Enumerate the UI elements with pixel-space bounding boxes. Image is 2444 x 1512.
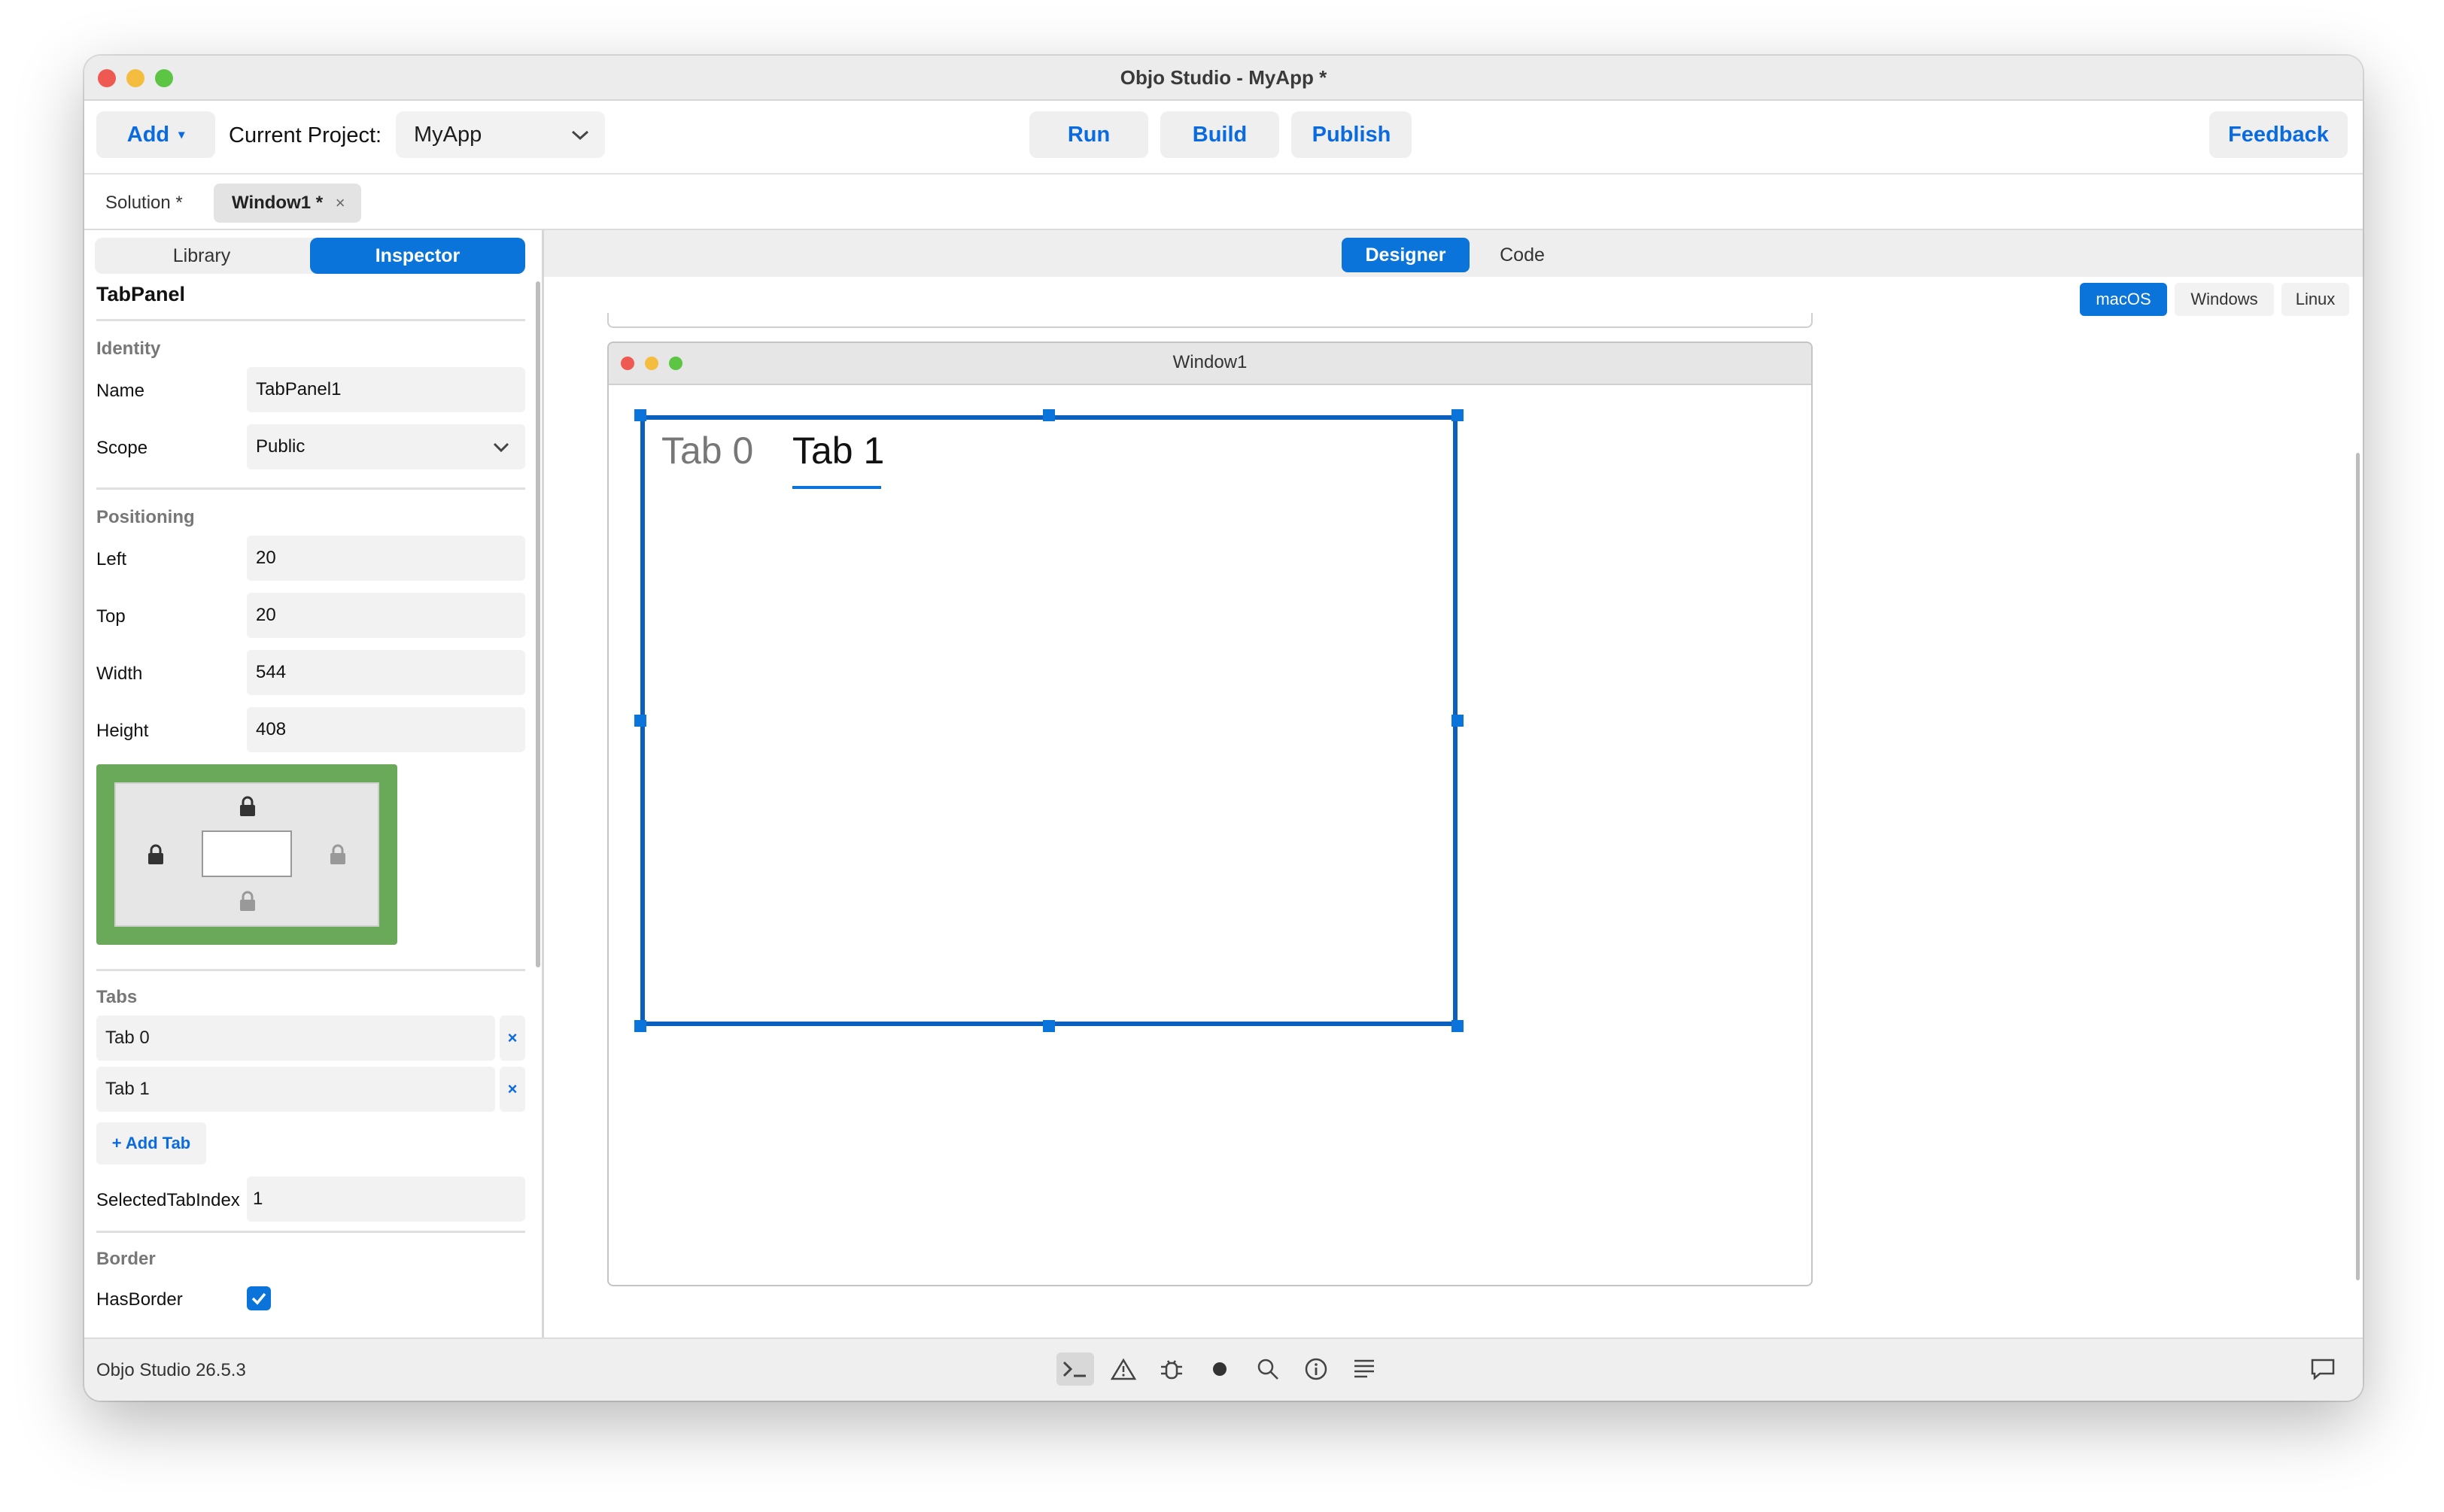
inspector-heading: TabPanel xyxy=(96,283,186,305)
resize-handle[interactable] xyxy=(1043,1020,1055,1032)
info-icon[interactable] xyxy=(1297,1353,1335,1386)
height-label: Height xyxy=(96,721,149,741)
tab-window1-label: Window1 * xyxy=(232,193,324,213)
close-icon[interactable]: × xyxy=(336,193,345,212)
scope-select[interactable]: Public xyxy=(247,424,525,469)
name-field[interactable]: TabPanel1 xyxy=(247,367,525,412)
section-tabs: Tabs xyxy=(96,987,138,1007)
tab-window1[interactable]: Window1 * × xyxy=(214,184,361,223)
section-border: Border xyxy=(96,1249,156,1269)
title-bar: Objo Studio - MyApp * xyxy=(84,56,2363,101)
version-label: Objo Studio 26.5.3 xyxy=(96,1360,246,1380)
build-button[interactable]: Build xyxy=(1160,111,1279,158)
debug-icon[interactable] xyxy=(1153,1353,1190,1386)
unlock-icon[interactable] xyxy=(239,891,256,912)
publish-button[interactable]: Publish xyxy=(1291,111,1412,158)
divider xyxy=(96,487,525,490)
divider xyxy=(96,969,525,971)
selected-tab-index-label: SelectedTabIndex xyxy=(96,1190,240,1210)
tab-inspector[interactable]: Inspector xyxy=(310,238,525,274)
divider xyxy=(96,319,525,321)
terminal-icon[interactable] xyxy=(1056,1353,1094,1386)
panel-segmented-control: Library Inspector xyxy=(95,238,525,274)
remove-tab-button[interactable]: × xyxy=(500,1016,525,1061)
designer-scrollbar[interactable] xyxy=(2356,453,2360,1280)
has-border-label: HasBorder xyxy=(96,1289,183,1310)
has-border-checkbox[interactable] xyxy=(247,1286,271,1310)
chevron-down-icon xyxy=(571,130,589,141)
tabpanel-tab-0[interactable]: Tab 0 xyxy=(661,429,753,472)
divider xyxy=(96,1231,525,1233)
app-window: Objo Studio - MyApp * Add ▾ Current Proj… xyxy=(84,56,2363,1401)
selected-tab-index-field[interactable]: 1 xyxy=(247,1177,525,1222)
anchor-box xyxy=(114,782,379,927)
document-tabs: Solution * Window1 * × xyxy=(84,175,2363,230)
search-icon[interactable] xyxy=(1249,1353,1287,1386)
current-project-label: Current Project: xyxy=(229,123,382,147)
view-tabs: Designer Code xyxy=(544,230,2363,277)
anchor-editor xyxy=(96,764,397,945)
remove-tab-button[interactable]: × xyxy=(500,1067,525,1112)
project-select[interactable]: MyApp xyxy=(396,111,605,158)
design-window[interactable]: Window1 Tab 0 Tab 1 xyxy=(607,342,1813,1286)
tab-code[interactable]: Code xyxy=(1477,238,1567,272)
previous-window-edge xyxy=(607,313,1813,328)
tabpanel-tab-1[interactable]: Tab 1 xyxy=(792,429,884,472)
design-window-title: Window1 xyxy=(1172,352,1248,372)
record-icon[interactable] xyxy=(1201,1353,1239,1386)
window-title: Objo Studio - MyApp * xyxy=(1120,66,1327,89)
add-button[interactable]: Add ▾ xyxy=(96,111,215,158)
platform-linux-button[interactable]: Linux xyxy=(2281,283,2349,316)
resize-handle[interactable] xyxy=(634,715,646,727)
scope-label: Scope xyxy=(96,438,148,458)
tab-library[interactable]: Library xyxy=(95,238,309,274)
resize-handle[interactable] xyxy=(1452,409,1464,421)
project-select-value: MyApp xyxy=(414,123,482,147)
inspector-scrollbar[interactable] xyxy=(536,281,540,967)
tab-solution[interactable]: Solution * xyxy=(105,184,183,223)
designer-area: Designer Code macOS Windows Linux Window… xyxy=(544,230,2363,1337)
width-field[interactable]: 544 xyxy=(247,650,525,695)
tabpanel-control[interactable]: Tab 0 Tab 1 xyxy=(640,415,1458,1026)
resize-handle[interactable] xyxy=(634,1020,646,1032)
add-tab-button[interactable]: + Add Tab xyxy=(96,1122,206,1164)
inspector-panel: Library Inspector TabPanel Identity Name… xyxy=(84,230,544,1337)
section-positioning: Positioning xyxy=(96,507,195,527)
resize-handle[interactable] xyxy=(1043,409,1055,421)
add-button-label: Add xyxy=(126,123,170,147)
left-label: Left xyxy=(96,549,127,569)
tab-item-field[interactable]: Tab 0 xyxy=(96,1016,495,1061)
toolbar: Add ▾ Current Project: MyApp Run Build P… xyxy=(84,101,2363,175)
design-window-titlebar: Window1 xyxy=(609,343,1811,385)
feedback-button[interactable]: Feedback xyxy=(2209,111,2348,158)
lock-icon[interactable] xyxy=(147,844,164,865)
platform-windows-button[interactable]: Windows xyxy=(2175,283,2274,316)
warning-icon[interactable] xyxy=(1105,1353,1142,1386)
top-field[interactable]: 20 xyxy=(247,593,525,638)
resize-handle[interactable] xyxy=(1452,715,1464,727)
width-label: Width xyxy=(96,663,143,684)
tab-designer[interactable]: Designer xyxy=(1342,238,1470,272)
checkmark-icon xyxy=(251,1292,266,1305)
status-bar: Objo Studio 26.5.3 xyxy=(84,1337,2363,1401)
lock-icon[interactable] xyxy=(239,796,256,817)
top-label: Top xyxy=(96,606,126,627)
platform-macos-button[interactable]: macOS xyxy=(2080,283,2167,316)
resize-handle[interactable] xyxy=(1452,1020,1464,1032)
run-button[interactable]: Run xyxy=(1029,111,1148,158)
chevron-down-icon: ▾ xyxy=(178,129,185,142)
height-field[interactable]: 408 xyxy=(247,707,525,752)
anchor-center-box xyxy=(202,830,292,877)
section-identity: Identity xyxy=(96,339,161,359)
tab-item-field[interactable]: Tab 1 xyxy=(96,1067,495,1112)
chevron-down-icon xyxy=(493,442,509,453)
scope-select-value: Public xyxy=(256,436,306,457)
unlock-icon[interactable] xyxy=(330,844,346,865)
name-label: Name xyxy=(96,381,145,401)
chat-icon[interactable] xyxy=(2304,1353,2342,1386)
list-icon[interactable] xyxy=(1345,1353,1383,1386)
tab-selected-underline xyxy=(792,486,881,489)
left-field[interactable]: 20 xyxy=(247,536,525,581)
resize-handle[interactable] xyxy=(634,409,646,421)
